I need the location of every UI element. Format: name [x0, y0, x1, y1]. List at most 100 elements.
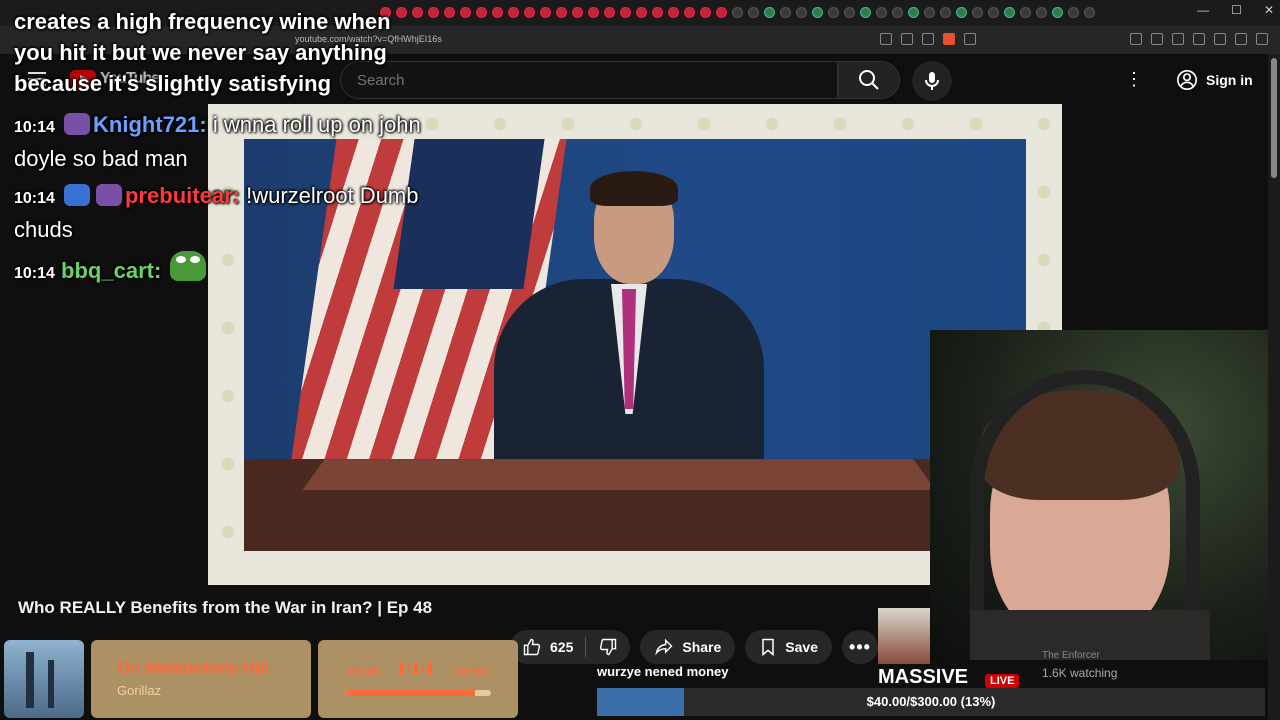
tab-favicon-icon[interactable] [620, 7, 631, 18]
tab-favicon-icon[interactable] [572, 7, 583, 18]
more-actions-button[interactable]: ••• [841, 630, 878, 664]
tab-favicon-icon[interactable] [876, 7, 887, 18]
tab-favicon-icon[interactable] [1068, 7, 1079, 18]
now-playing-widget: On Melancholy Hill Gorillaz [91, 640, 311, 718]
tab-favicon-icon[interactable] [716, 7, 727, 18]
cast-icon[interactable] [880, 33, 892, 45]
song-artist: Gorillaz [117, 683, 162, 698]
maximize-icon[interactable]: ☐ [1231, 3, 1242, 17]
search-icon [859, 70, 879, 90]
recommended-channel: The Enforcer [1042, 650, 1100, 661]
tab-favicon-icon[interactable] [636, 7, 647, 18]
tab-favicon-icon[interactable] [1004, 7, 1015, 18]
tab-favicon-icon[interactable] [940, 7, 951, 18]
chat-partial-line: you hit it but we never say anything [14, 40, 387, 65]
dislike-button[interactable] [586, 630, 630, 664]
song-progress-bar [346, 690, 491, 696]
tab-favicon-icon[interactable] [748, 7, 759, 18]
sidebar-icon[interactable] [1193, 33, 1205, 45]
tab-favicon-icon[interactable] [652, 7, 663, 18]
screenshot-icon[interactable] [1151, 33, 1163, 45]
tab-favicon-icon[interactable] [684, 7, 695, 18]
video-actions: 625 Share Save ••• [510, 630, 878, 664]
tab-favicon-icon[interactable] [588, 7, 599, 18]
recommended-thumbnail[interactable] [878, 608, 930, 664]
tab-favicon-icon[interactable] [700, 7, 711, 18]
toolbar-icons [1130, 33, 1268, 45]
elapsed-time: 03:28 [346, 664, 380, 679]
share-icon [655, 638, 673, 656]
minimize-icon[interactable]: — [1197, 3, 1209, 17]
close-icon[interactable]: ✕ [1264, 3, 1274, 17]
share-button[interactable]: Share [640, 630, 736, 664]
audio-visualizer-icon [400, 662, 431, 676]
sign-in-label: Sign in [1206, 72, 1253, 88]
rewards-icon[interactable] [964, 33, 976, 45]
tab-favicon-icon[interactable] [972, 7, 983, 18]
chat-timestamp: 10:14 [14, 190, 55, 207]
tab-favicon-icon[interactable] [444, 7, 455, 18]
tab-favicon-icon[interactable] [892, 7, 903, 18]
tab-favicon-icon[interactable] [556, 7, 567, 18]
tab-favicon-icon[interactable] [956, 7, 967, 18]
sign-in-button[interactable]: Sign in [1164, 63, 1265, 97]
tab-favicon-icon[interactable] [540, 7, 551, 18]
tab-favicon-icon[interactable] [780, 7, 791, 18]
emote-icon [96, 184, 123, 206]
like-button[interactable]: 625 [510, 630, 585, 664]
speaker-hair [590, 171, 678, 206]
tab-favicon-icon[interactable] [764, 7, 775, 18]
tab-favicon-icon[interactable] [604, 7, 615, 18]
address-icons [880, 33, 976, 45]
extensions-icon[interactable] [1130, 33, 1142, 45]
tab-favicon-icon[interactable] [860, 7, 871, 18]
song-progress-widget: 03:28 03:53 [318, 640, 518, 718]
tab-favicon-icon[interactable] [492, 7, 503, 18]
bookmark-icon [762, 638, 775, 657]
tab-favicon-icon[interactable] [844, 7, 855, 18]
tab-favicon-icon[interactable] [828, 7, 839, 18]
chat-username: prebuitear: [125, 183, 240, 208]
chat-partial-message: creates a high frequency wine when you h… [14, 6, 434, 99]
like-count: 625 [550, 639, 574, 655]
account-icon [1177, 70, 1197, 90]
share-page-icon[interactable] [922, 33, 934, 45]
tab-favicon-icon[interactable] [924, 7, 935, 18]
media-icon[interactable] [1172, 33, 1184, 45]
tab-favicon-icon[interactable] [460, 7, 471, 18]
vpn-icon[interactable] [1235, 33, 1247, 45]
chat-partial-line: because it's slightly satisfying [14, 71, 332, 96]
search-button[interactable] [838, 61, 900, 99]
tab-favicon-icon[interactable] [1020, 7, 1031, 18]
recommended-headline: MASSIVE [878, 666, 969, 688]
tab-favicon-icon[interactable] [476, 7, 487, 18]
emote-icon [64, 113, 91, 135]
tab-favicon-icon[interactable] [668, 7, 679, 18]
tab-favicon-icon[interactable] [988, 7, 999, 18]
settings-menu-icon[interactable]: ⋮ [1124, 67, 1144, 91]
tab-favicon-icon[interactable] [1036, 7, 1047, 18]
watching-count: 1.6K watching [1042, 666, 1118, 680]
chat-partial-line: creates a high frequency wine when [14, 9, 391, 34]
wallet-icon[interactable] [1214, 33, 1226, 45]
song-progress-fill [346, 690, 476, 696]
window-controls: — ☐ ✕ [1197, 3, 1274, 17]
save-button[interactable]: Save [745, 630, 832, 664]
donation-goal-text: $40.00/$300.00 (13%) [866, 694, 996, 709]
scrollbar-thumb[interactable] [1271, 58, 1277, 178]
total-time: 03:53 [454, 664, 488, 679]
zoom-icon[interactable] [901, 33, 913, 45]
voice-search-button[interactable] [912, 61, 952, 101]
tab-favicon-icon[interactable] [1052, 7, 1063, 18]
tab-favicon-icon[interactable] [908, 7, 919, 18]
menu-icon[interactable] [1256, 33, 1268, 45]
tab-favicon-icon[interactable] [524, 7, 535, 18]
tab-favicon-icon[interactable] [796, 7, 807, 18]
tab-favicon-icon[interactable] [508, 7, 519, 18]
brave-shield-icon[interactable] [943, 33, 955, 45]
chat-username: bbq_cart: [61, 258, 162, 283]
tab-favicons[interactable] [380, 7, 1095, 18]
tab-favicon-icon[interactable] [732, 7, 743, 18]
tab-favicon-icon[interactable] [812, 7, 823, 18]
tab-favicon-icon[interactable] [1084, 7, 1095, 18]
